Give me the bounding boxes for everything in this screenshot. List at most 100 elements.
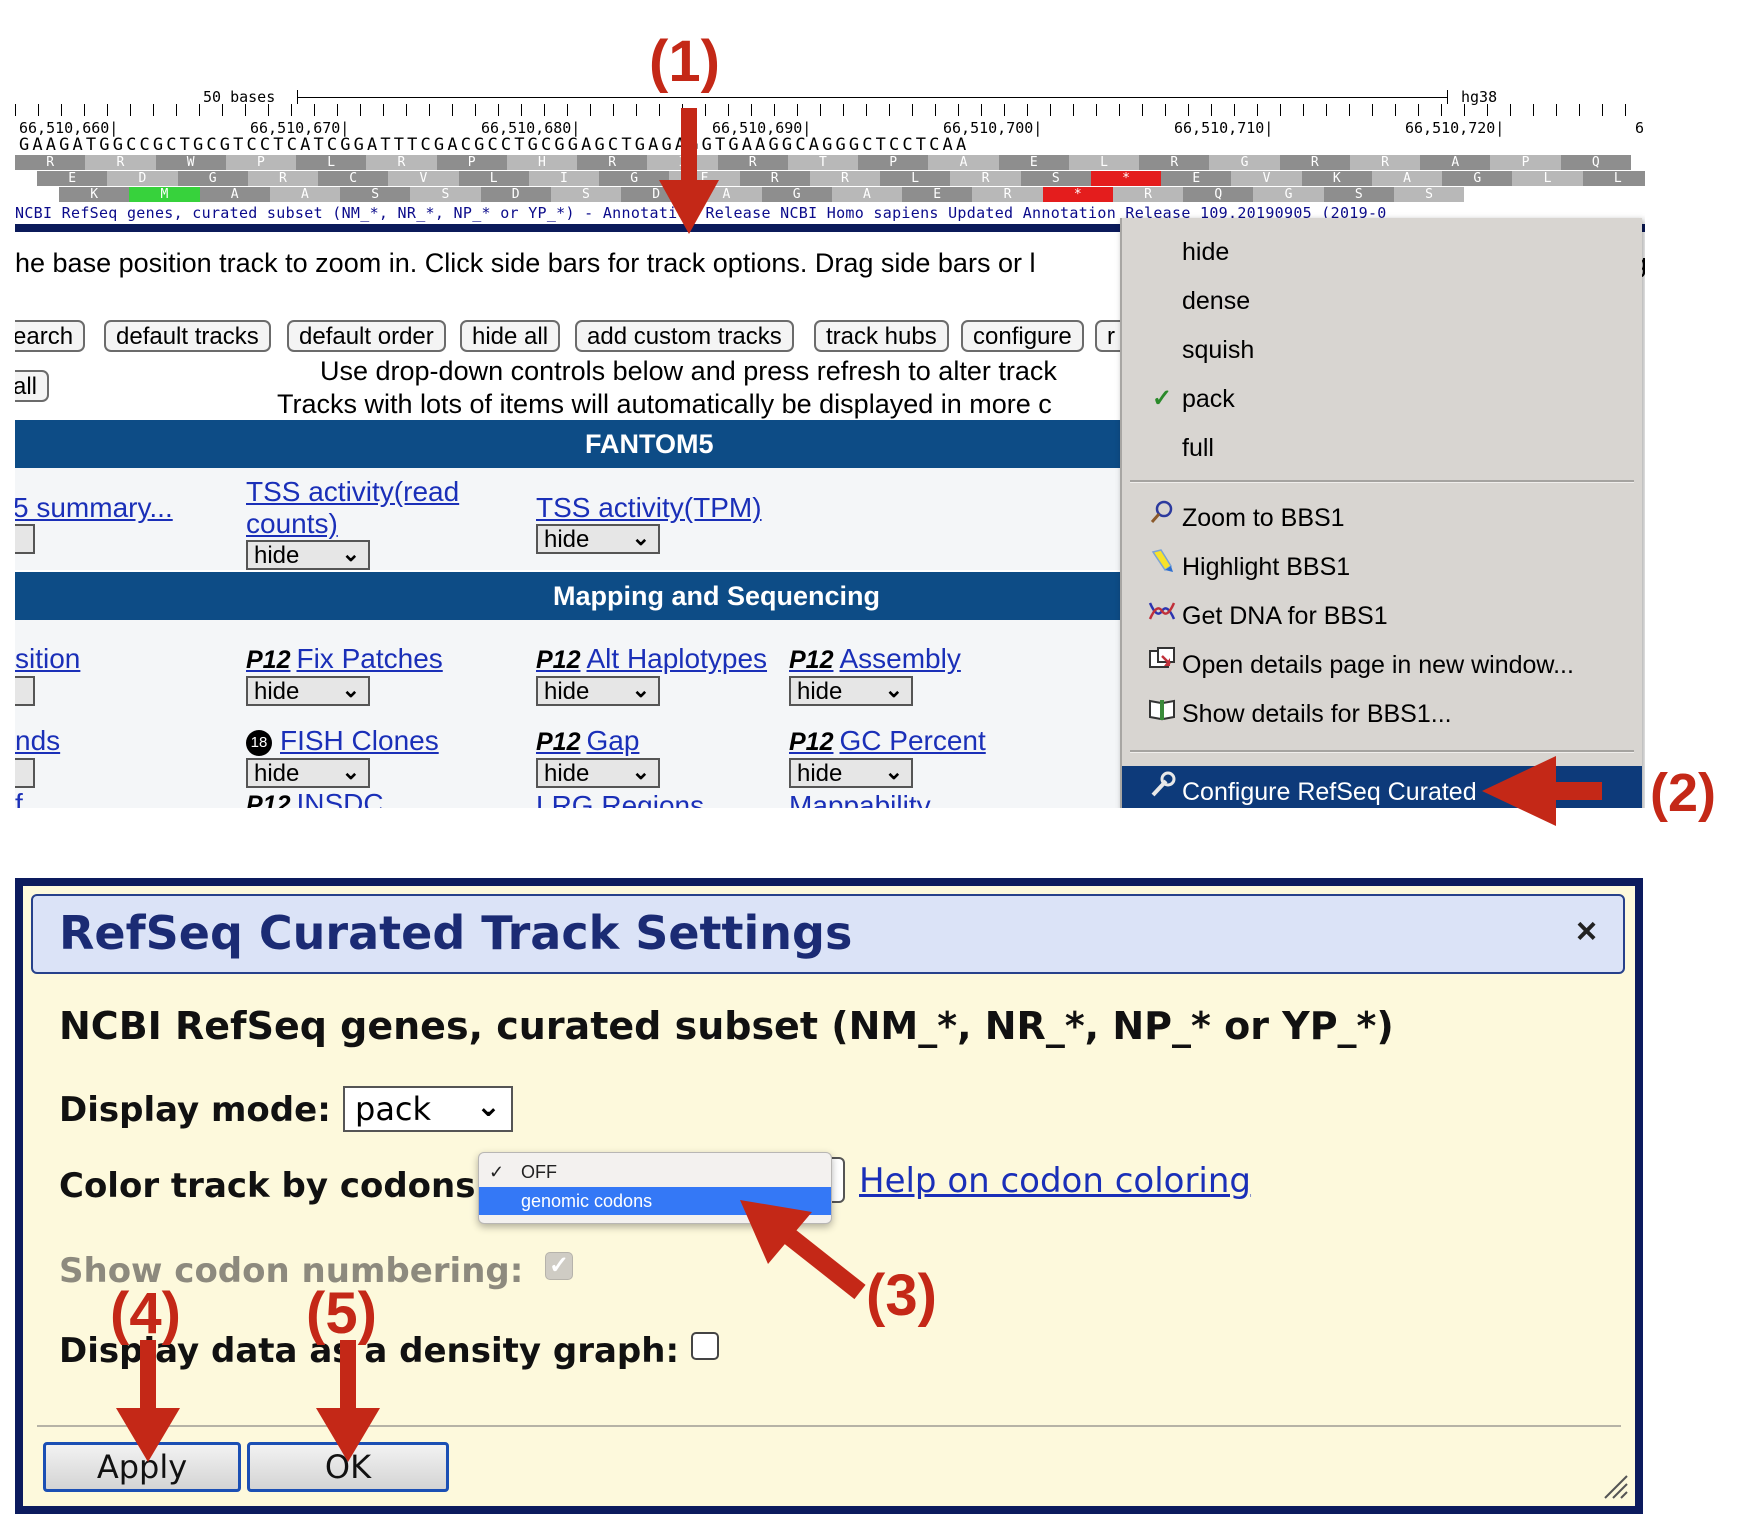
- menu-item-show-details[interactable]: Show details for BBS1...: [1122, 692, 1642, 736]
- amino-acid-cell: S: [1393, 187, 1465, 202]
- amino-acid-frame-3: K M A A S S D S D A G A E R * R Q G S S: [15, 187, 1645, 202]
- annotation-label-4: (4): [110, 1281, 181, 1346]
- resize-grip-icon[interactable]: [1599, 1470, 1629, 1500]
- track-link-insdc[interactable]: P12 INSDC: [246, 788, 384, 808]
- codon-help-link[interactable]: Help on codon coloring: [859, 1161, 1251, 1201]
- chevron-down-icon: ⌄: [884, 759, 903, 784]
- track-link-fish-clones[interactable]: 18 FISH Clones: [246, 725, 439, 757]
- amino-acid-cell: H: [506, 155, 578, 170]
- p12-badge: P12: [789, 646, 834, 674]
- amino-acid-cell: S: [1020, 171, 1091, 186]
- hide-all-button[interactable]: hide all: [460, 320, 561, 352]
- amino-acid-cell: Q: [1560, 155, 1631, 170]
- amino-acid-cell: A: [1371, 171, 1443, 186]
- amino-acid-cell: R: [1139, 155, 1210, 170]
- amino-acid-cell: G: [1209, 155, 1280, 170]
- amino-acid-cell: *: [1090, 171, 1162, 186]
- codon-numbering-checkbox[interactable]: ✓: [545, 1252, 573, 1280]
- p12-badge: P12: [536, 646, 581, 674]
- amino-acid-cell: G: [177, 171, 248, 186]
- menu-item-highlight[interactable]: Highlight BBS1: [1122, 545, 1642, 589]
- chromosome-18-badge: 18: [246, 730, 272, 756]
- menu-item-open-details-window[interactable]: Open details page in new window...: [1122, 643, 1642, 687]
- chevron-down-icon: ⌄: [341, 677, 360, 702]
- track-description: NCBI RefSeq genes, curated subset (NM_*,…: [59, 1004, 1394, 1048]
- menu-item-squish[interactable]: squish: [1122, 328, 1642, 372]
- amino-acid-cell: R: [739, 171, 810, 186]
- menu-item-full[interactable]: full: [1122, 426, 1642, 470]
- configure-button[interactable]: configure: [961, 320, 1084, 352]
- menu-item-zoom[interactable]: Zoom to BBS1: [1122, 496, 1642, 540]
- amino-acid-cell: G: [1253, 187, 1324, 202]
- track-link-f5-summary[interactable]: 5 summary...: [15, 492, 173, 524]
- track-link-alt-haplotypes[interactable]: P12 Alt Haplotypes: [536, 643, 767, 675]
- group-header-mapping[interactable]: Mapping and Sequencing: [15, 572, 1125, 620]
- dialog-title-bar[interactable]: RefSeq Curated Track Settings ×: [31, 894, 1625, 974]
- annotation-arrow-4: [116, 1340, 180, 1462]
- amino-acid-cell: V: [1231, 171, 1302, 186]
- amino-acid-cell: P: [1490, 155, 1561, 170]
- amino-acid-cell: E: [902, 187, 973, 202]
- base-position-ruler[interactable]: 50 bases hg38 66,510,660| 66,510,670| 66…: [15, 88, 1645, 232]
- highlighter-icon: [1146, 545, 1178, 589]
- track-link-nds[interactable]: nds: [15, 725, 60, 757]
- track-link-position[interactable]: sition: [15, 643, 80, 675]
- amino-acid-cell: R: [15, 155, 86, 170]
- amino-acid-cell: P: [225, 155, 297, 170]
- track-link-tss-read-2[interactable]: counts): [246, 508, 338, 540]
- group-header-fantom5[interactable]: FANTOM5: [15, 420, 1125, 468]
- track-link-partial[interactable]: f: [15, 788, 23, 808]
- amino-acid-cell: C: [318, 171, 389, 186]
- amino-acid-cell: S: [340, 187, 411, 202]
- all-button[interactable]: all: [15, 370, 50, 402]
- track-settings-dialog: RefSeq Curated Track Settings × NCBI Ref…: [15, 878, 1643, 1514]
- track-link-lrg-regions[interactable]: LRG Regions: [536, 790, 704, 808]
- fix-patches-select[interactable]: hide ⌄: [246, 676, 370, 706]
- menu-item-dense[interactable]: dense: [1122, 279, 1642, 323]
- wrench-icon: [1146, 766, 1178, 808]
- close-icon[interactable]: ×: [1576, 910, 1597, 952]
- amino-acid-cell: R: [717, 155, 788, 170]
- display-mode-select[interactable]: pack ⌄: [343, 1086, 513, 1132]
- f5-summary-select[interactable]: [15, 524, 35, 554]
- default-tracks-button[interactable]: default tracks: [104, 320, 271, 352]
- gc-percent-select[interactable]: hide ⌄: [789, 758, 913, 788]
- default-order-button[interactable]: default order: [287, 320, 446, 352]
- amino-acid-cell: A: [831, 187, 903, 202]
- track-search-button[interactable]: earch: [15, 320, 86, 352]
- chevron-down-icon: ⌄: [341, 759, 360, 784]
- amino-acid-cell: R: [1112, 187, 1184, 202]
- amino-acid-cell: V: [388, 171, 459, 186]
- gap-select[interactable]: hide ⌄: [536, 758, 660, 788]
- assembly-select[interactable]: hide ⌄: [789, 676, 913, 706]
- menu-item-hide[interactable]: hide: [1122, 230, 1642, 274]
- amino-acid-cell: K: [59, 187, 130, 202]
- add-custom-tracks-button[interactable]: add custom tracks: [575, 320, 794, 352]
- dialog-body: RefSeq Curated Track Settings × NCBI Ref…: [23, 886, 1635, 1506]
- track-link-fix-patches[interactable]: P12 Fix Patches: [246, 643, 443, 675]
- track-link-assembly[interactable]: P12 Assembly: [789, 643, 961, 675]
- alt-haplotypes-select[interactable]: hide ⌄: [536, 676, 660, 706]
- tss-tpm-select[interactable]: hide ⌄: [536, 524, 660, 554]
- track-link-gc-percent[interactable]: P12 GC Percent: [789, 725, 986, 757]
- track-link-mappability[interactable]: Mappability: [789, 790, 931, 808]
- track-hubs-button[interactable]: track hubs: [814, 320, 949, 352]
- amino-acid-cell: R: [85, 155, 156, 170]
- menu-item-get-dna[interactable]: Get DNA for BBS1: [1122, 594, 1642, 638]
- tss-read-select[interactable]: hide ⌄: [246, 540, 370, 570]
- density-graph-checkbox[interactable]: [691, 1332, 719, 1360]
- amino-acid-cell: G: [761, 187, 832, 202]
- fish-clones-select[interactable]: hide ⌄: [246, 758, 370, 788]
- track-link-tss-tpm[interactable]: TSS activity(TPM): [536, 492, 762, 524]
- menu-item-pack[interactable]: ✓ pack: [1122, 377, 1642, 421]
- p12-badge: P12: [246, 646, 291, 674]
- chevron-down-icon: ⌄: [631, 525, 650, 550]
- codon-option-off[interactable]: ✓ OFF: [479, 1159, 831, 1185]
- nds-select[interactable]: [15, 758, 35, 788]
- track-link-tss-read[interactable]: TSS activity(read: [246, 476, 459, 508]
- dna-sequence: GAAGATGGCCGCTGCGTCCTCATCGGATTTCGACGCCTGC…: [19, 135, 970, 155]
- position-select[interactable]: [15, 676, 35, 706]
- tick-marks: [15, 104, 1645, 116]
- track-link-gap[interactable]: P12 Gap: [536, 725, 639, 757]
- amino-acid-cell: L: [1512, 171, 1583, 186]
